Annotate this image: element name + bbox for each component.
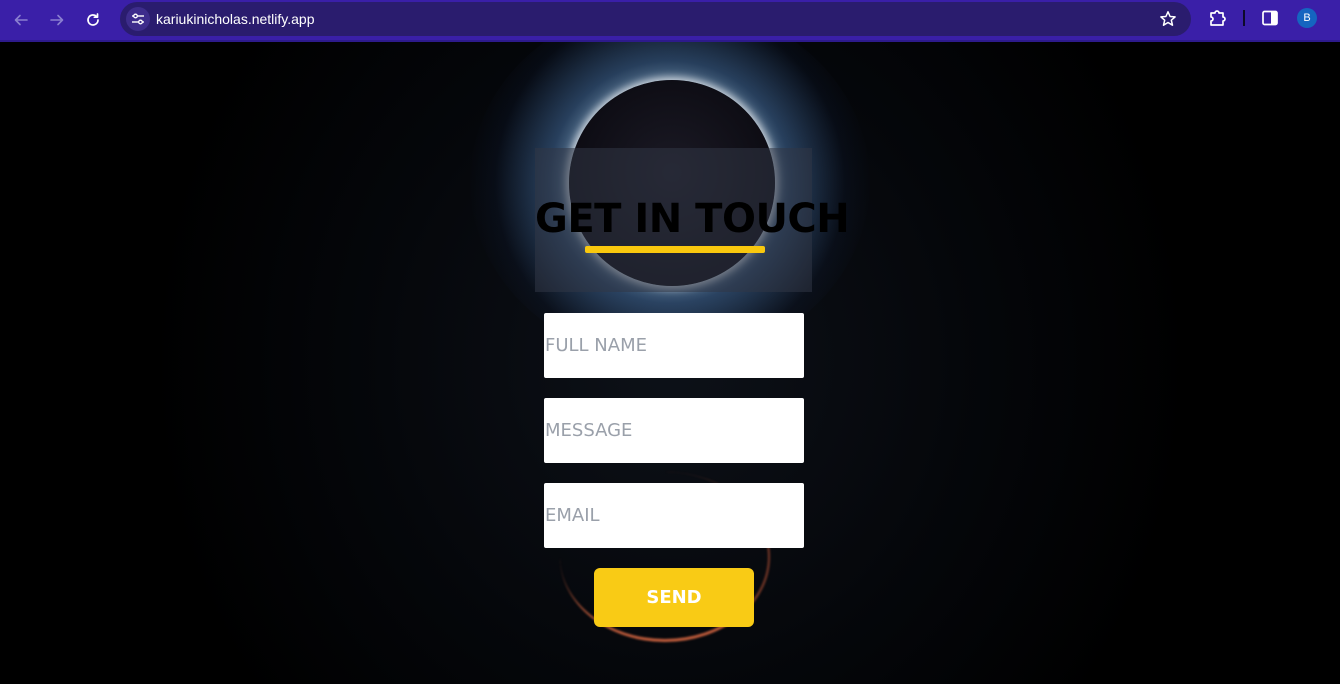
page-content: GET IN TOUCH SEND [0, 42, 1340, 684]
back-button[interactable] [8, 7, 34, 33]
address-bar[interactable]: kariukinicholas.netlify.app [120, 2, 1191, 36]
forward-button[interactable] [44, 7, 70, 33]
url-text[interactable]: kariukinicholas.netlify.app [156, 11, 315, 27]
email-input[interactable] [544, 483, 804, 548]
page-title: GET IN TOUCH [535, 196, 850, 242]
puzzle-icon [1210, 10, 1226, 26]
title-underline [585, 246, 765, 253]
browser-toolbar: kariukinicholas.netlify.app B [0, 0, 1340, 42]
send-button[interactable]: SEND [594, 568, 754, 627]
extensions-button[interactable] [1207, 7, 1229, 29]
toolbar-divider [1243, 10, 1245, 26]
bookmark-button[interactable] [1159, 10, 1177, 28]
star-icon [1160, 11, 1176, 26]
arrow-left-icon [14, 14, 28, 26]
title-panel: GET IN TOUCH [535, 148, 850, 292]
side-panel-icon [1262, 10, 1278, 26]
site-info-button[interactable] [126, 7, 150, 31]
arrow-right-icon [50, 14, 64, 26]
reload-button[interactable] [80, 7, 106, 33]
side-panel-button[interactable] [1261, 9, 1279, 27]
message-input[interactable] [544, 398, 804, 463]
reload-icon [87, 13, 99, 26]
profile-avatar[interactable]: B [1297, 8, 1317, 28]
full-name-input[interactable] [544, 313, 804, 378]
tune-icon [132, 13, 144, 25]
